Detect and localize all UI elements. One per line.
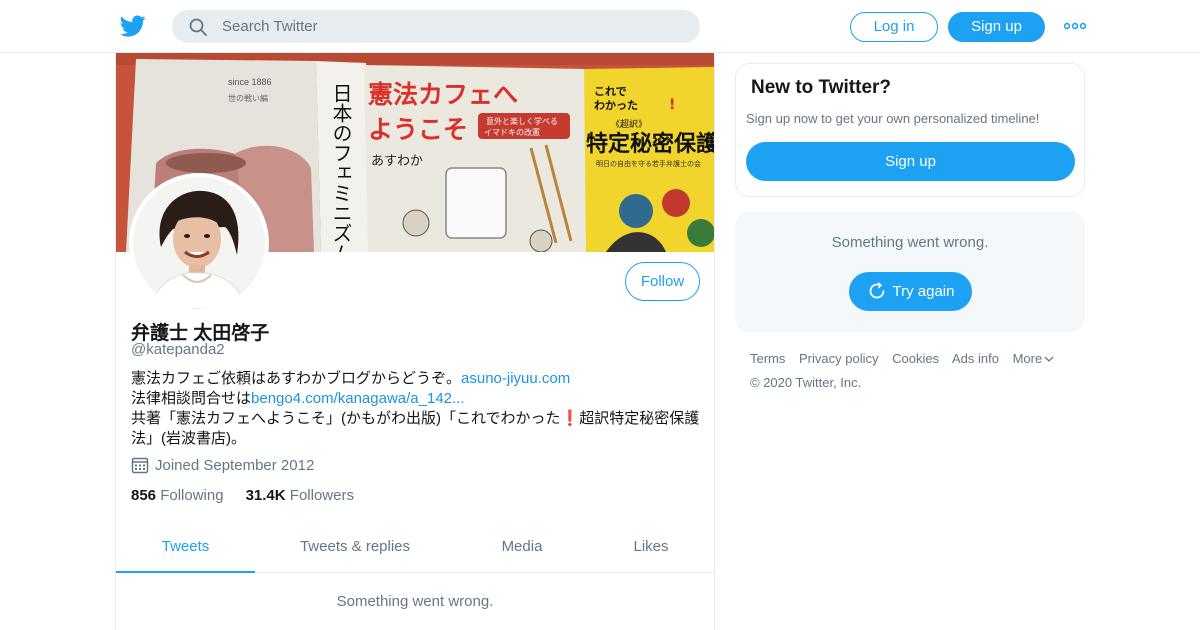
profile-stats: 856 Following 31.4K Followers: [131, 487, 354, 504]
tab-tweets[interactable]: Tweets: [116, 520, 255, 573]
signup-promo-button[interactable]: Sign up: [746, 142, 1075, 181]
profile-bio: 憲法カフェご依頼はあすわかブログからどうぞ。asuno-jiyuu.com 法律…: [131, 369, 701, 449]
book1-since: since 1886: [228, 77, 272, 87]
book3-title-b: ようこそ: [368, 115, 468, 144]
footer-links: Terms Privacy policy Cookies Ads info Mo…: [750, 351, 1064, 366]
bio-line-1: 憲法カフェご依頼はあすわかブログからどうぞ。asuno-jiyuu.com: [131, 369, 701, 389]
bio-line-2-text: 法律相談問合せは: [131, 390, 252, 407]
bio-line-3-before: 共著「憲法カフェへようこそ」(かもがわ出版)「これでわかった: [131, 410, 561, 427]
followers-label: Followers: [289, 487, 354, 504]
profile-handle[interactable]: @katepanda2: [131, 341, 225, 358]
footer-link-ads-info[interactable]: Ads info: [952, 351, 999, 366]
tab-likes[interactable]: Likes: [616, 520, 686, 573]
search-icon: [189, 18, 207, 36]
twitter-bird-icon[interactable]: [120, 13, 146, 39]
avatar-image: [133, 177, 265, 309]
book4-title: 特定秘密保護: [586, 131, 714, 157]
exclamation-emoji-icon: ❗: [560, 410, 580, 427]
bio-line-3: 共著「憲法カフェへようこそ」(かもがわ出版)「これでわかった❗超訳特定秘密保護法…: [131, 409, 701, 449]
signup-promo-subtitle: Sign up now to get your own personalized…: [746, 111, 1040, 126]
book4-top-b: わかった: [594, 99, 638, 112]
footer-link-privacy[interactable]: Privacy policy: [799, 351, 878, 366]
signup-button[interactable]: Sign up: [948, 12, 1045, 42]
profile-tabs: Tweets Tweets & replies Media Likes: [116, 520, 714, 573]
sidebar-error-card: Something went wrong. Try again: [735, 212, 1085, 332]
following-label: Following: [160, 487, 224, 504]
try-again-button[interactable]: Try again: [849, 272, 972, 311]
footer-link-terms[interactable]: Terms: [750, 351, 785, 366]
following-stat[interactable]: 856 Following: [131, 487, 224, 504]
try-again-label: Try again: [892, 283, 955, 300]
tab-tweets-and-replies[interactable]: Tweets & replies: [281, 520, 429, 573]
signup-promo-title: New to Twitter?: [751, 77, 892, 98]
top-navigation-bar: Log in Sign up: [0, 0, 1200, 53]
book4-subtitle: 明日の自由を守る若手弁護士の会: [596, 159, 701, 168]
profile-joined-date: Joined September 2012: [131, 456, 314, 474]
follow-button[interactable]: Follow: [625, 262, 700, 301]
joined-text: Joined September 2012: [155, 457, 315, 474]
footer-copyright: © 2020 Twitter, Inc.: [750, 375, 862, 390]
footer-link-cookies[interactable]: Cookies: [892, 351, 939, 366]
book4-bracket: 《超訳》: [611, 118, 647, 130]
book3-tag-a: 意外と楽しく学べる: [486, 116, 558, 126]
bio-link-asuno[interactable]: asuno-jiyuu.com: [461, 370, 570, 387]
book1-subtitle: 世の戦い編: [228, 93, 268, 103]
search-input[interactable]: [222, 10, 682, 43]
footer-more-label: More: [1012, 351, 1043, 366]
book3-tag-b: イマドキの改憲: [484, 127, 540, 137]
book3-author: あすわか: [371, 154, 423, 169]
book2-spine-title: 日本のフェミニズム: [329, 83, 353, 252]
profile-column: since 1886 世の戦い編 日本のフェミニズム 憲法カフェへ ようこそ 意…: [115, 53, 715, 630]
more-dots-icon[interactable]: [1064, 20, 1086, 32]
following-count: 856: [131, 487, 157, 504]
signup-promo-card: New to Twitter? Sign up now to get your …: [735, 63, 1085, 197]
timeline-error-message: Something went wrong.: [336, 593, 494, 610]
chevron-down-icon: [1044, 356, 1054, 362]
search-bar[interactable]: [172, 10, 700, 43]
refresh-icon: [869, 282, 884, 299]
followers-stat[interactable]: 31.4K Followers: [246, 487, 354, 504]
book3-title-a: 憲法カフェへ: [368, 80, 518, 109]
tab-media[interactable]: Media: [486, 520, 558, 573]
bio-line-1-text: 憲法カフェご依頼はあすわかブログからどうぞ。: [131, 370, 462, 387]
bio-link-bengo4[interactable]: bengo4.com/kanagawa/a_142...: [251, 390, 465, 407]
login-button[interactable]: Log in: [850, 12, 938, 42]
book4-top-a: これで: [594, 85, 627, 98]
followers-count: 31.4K: [245, 487, 286, 504]
bio-line-2: 法律相談問合せはbengo4.com/kanagawa/a_142...: [131, 389, 701, 409]
book4-mark: !: [669, 97, 675, 113]
profile-avatar[interactable]: [129, 173, 269, 313]
calendar-icon: [131, 457, 149, 474]
sidebar-error-message: Something went wrong.: [831, 234, 989, 251]
footer-link-more[interactable]: More: [1013, 351, 1055, 366]
